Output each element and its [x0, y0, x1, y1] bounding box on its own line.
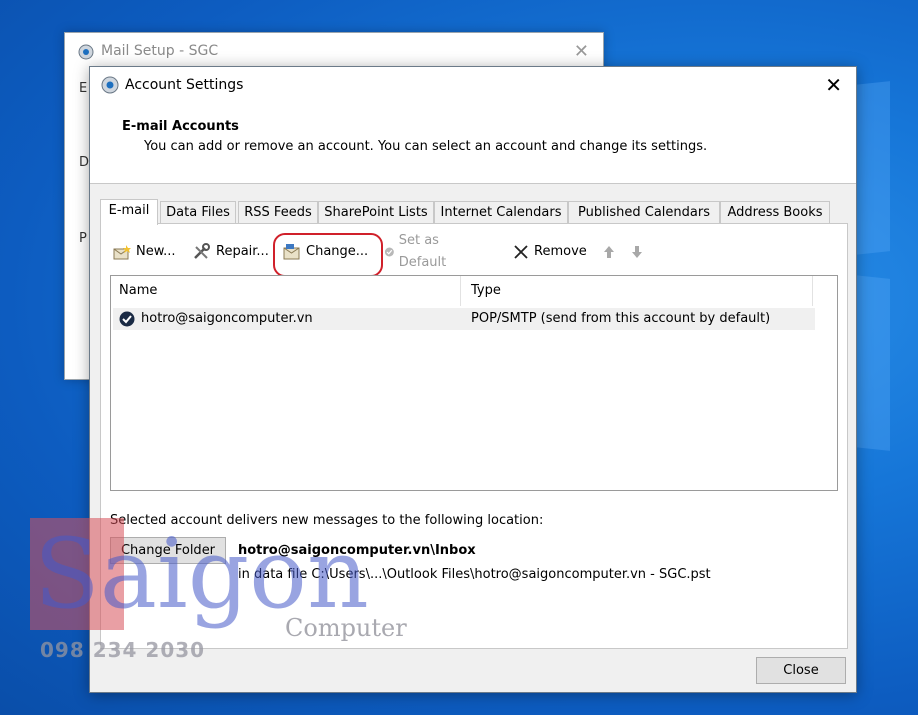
- account-list[interactable]: Name Type hotro@saigoncomputer.vn POP/SM…: [110, 275, 838, 491]
- checkmark-icon: [384, 247, 394, 257]
- move-down-button[interactable]: [630, 241, 648, 263]
- tab-sharepoint-lists[interactable]: SharePoint Lists: [318, 201, 434, 223]
- outlook-icon: [100, 75, 120, 99]
- account-type: POP/SMTP (send from this account by defa…: [471, 311, 771, 326]
- repair-label: Repair...: [216, 244, 269, 259]
- default-account-icon: [119, 311, 135, 335]
- tab-address-books[interactable]: Address Books: [720, 201, 830, 223]
- clipped-label: P: [79, 231, 87, 246]
- watermark-word: Saigon: [34, 518, 369, 630]
- tab-email[interactable]: E-mail: [100, 199, 158, 225]
- set-as-default-button[interactable]: Set as Default: [384, 233, 454, 270]
- close-icon[interactable]: ✕: [574, 41, 589, 62]
- remove-button[interactable]: Remove: [512, 241, 587, 263]
- watermark-phone: 098 234 2030: [40, 638, 206, 662]
- column-header-type[interactable]: Type: [463, 276, 813, 306]
- set-as-default-label: Set as Default: [398, 233, 447, 270]
- arrow-down-icon: [632, 246, 642, 258]
- tab-rss-feeds[interactable]: RSS Feeds: [238, 201, 318, 223]
- new-label: New...: [136, 244, 176, 259]
- header-subtitle: You can add or remove an account. You ca…: [144, 139, 708, 154]
- repair-icon: [194, 243, 210, 259]
- tab-published-calendars[interactable]: Published Calendars: [568, 201, 720, 223]
- move-up-button[interactable]: [602, 241, 620, 263]
- header-title: E-mail Accounts: [122, 119, 239, 134]
- new-account-icon: [113, 245, 131, 260]
- remove-label: Remove: [534, 244, 587, 259]
- title-bar: Account Settings ✕: [90, 67, 856, 105]
- remove-x-icon: [514, 245, 528, 259]
- table-row[interactable]: hotro@saigoncomputer.vn POP/SMTP (send f…: [113, 308, 815, 330]
- watermark-subtitle: Computer: [285, 614, 407, 642]
- tab-internet-calendars[interactable]: Internet Calendars: [434, 201, 568, 223]
- clipped-label: D: [79, 155, 90, 170]
- tab-data-files[interactable]: Data Files: [160, 201, 236, 223]
- dialog-title: Account Settings: [125, 77, 244, 93]
- clipped-label: E: [79, 81, 88, 96]
- dialog-header: E-mail Accounts You can add or remove an…: [90, 105, 856, 184]
- column-header-name[interactable]: Name: [111, 276, 461, 306]
- outlook-icon: [77, 43, 95, 65]
- close-button[interactable]: Close: [756, 657, 846, 684]
- arrow-up-icon: [604, 246, 614, 258]
- close-icon[interactable]: ✕: [825, 73, 842, 97]
- new-button[interactable]: New...: [112, 241, 176, 263]
- window-title: Mail Setup - SGC: [101, 43, 219, 59]
- repair-button[interactable]: Repair...: [192, 241, 269, 263]
- highlight-ring: [273, 233, 383, 277]
- account-name: hotro@saigoncomputer.vn: [141, 311, 313, 326]
